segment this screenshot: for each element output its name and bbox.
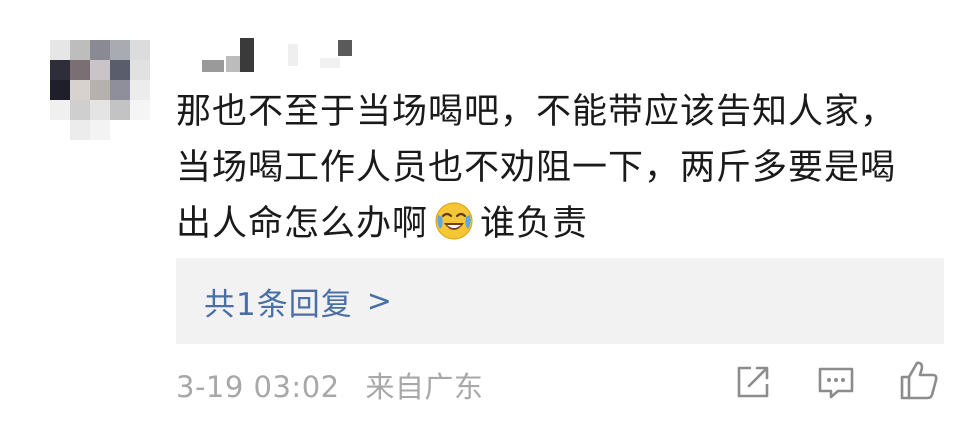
comment-icon[interactable] bbox=[816, 362, 858, 404]
comment-date: 3-19 03:02 bbox=[176, 370, 340, 404]
comment-line: 那也不至于当场喝吧，不能带应该告知人家， bbox=[176, 92, 897, 132]
comment-line: 出人命怎么办啊 bbox=[176, 204, 429, 244]
chevron-right-icon: > bbox=[366, 283, 392, 319]
comment-card: 那也不至于当场喝吧，不能带应该告知人家， 当场喝工作人员也不劝阻一下，两斤多要是… bbox=[0, 0, 960, 425]
replies-box[interactable]: 共1条回复 > bbox=[176, 258, 944, 344]
comment-text: 那也不至于当场喝吧，不能带应该告知人家， 当场喝工作人员也不劝阻一下，两斤多要是… bbox=[176, 84, 946, 252]
thumbs-up-icon[interactable] bbox=[898, 358, 940, 400]
view-replies-link[interactable]: 共1条回复 bbox=[204, 279, 353, 324]
comment-location: 来自广东 bbox=[365, 370, 484, 404]
comment-meta: 3-19 03:02 来自广东 bbox=[176, 364, 483, 406]
laughing-crying-emoji-icon bbox=[434, 201, 474, 241]
avatar[interactable] bbox=[50, 40, 150, 140]
share-icon[interactable] bbox=[733, 362, 775, 404]
comment-line: 当场喝工作人员也不劝阻一下，两斤多要是喝 bbox=[176, 148, 897, 188]
username-blurred[interactable] bbox=[190, 38, 370, 72]
comment-line: 谁负责 bbox=[480, 204, 589, 244]
